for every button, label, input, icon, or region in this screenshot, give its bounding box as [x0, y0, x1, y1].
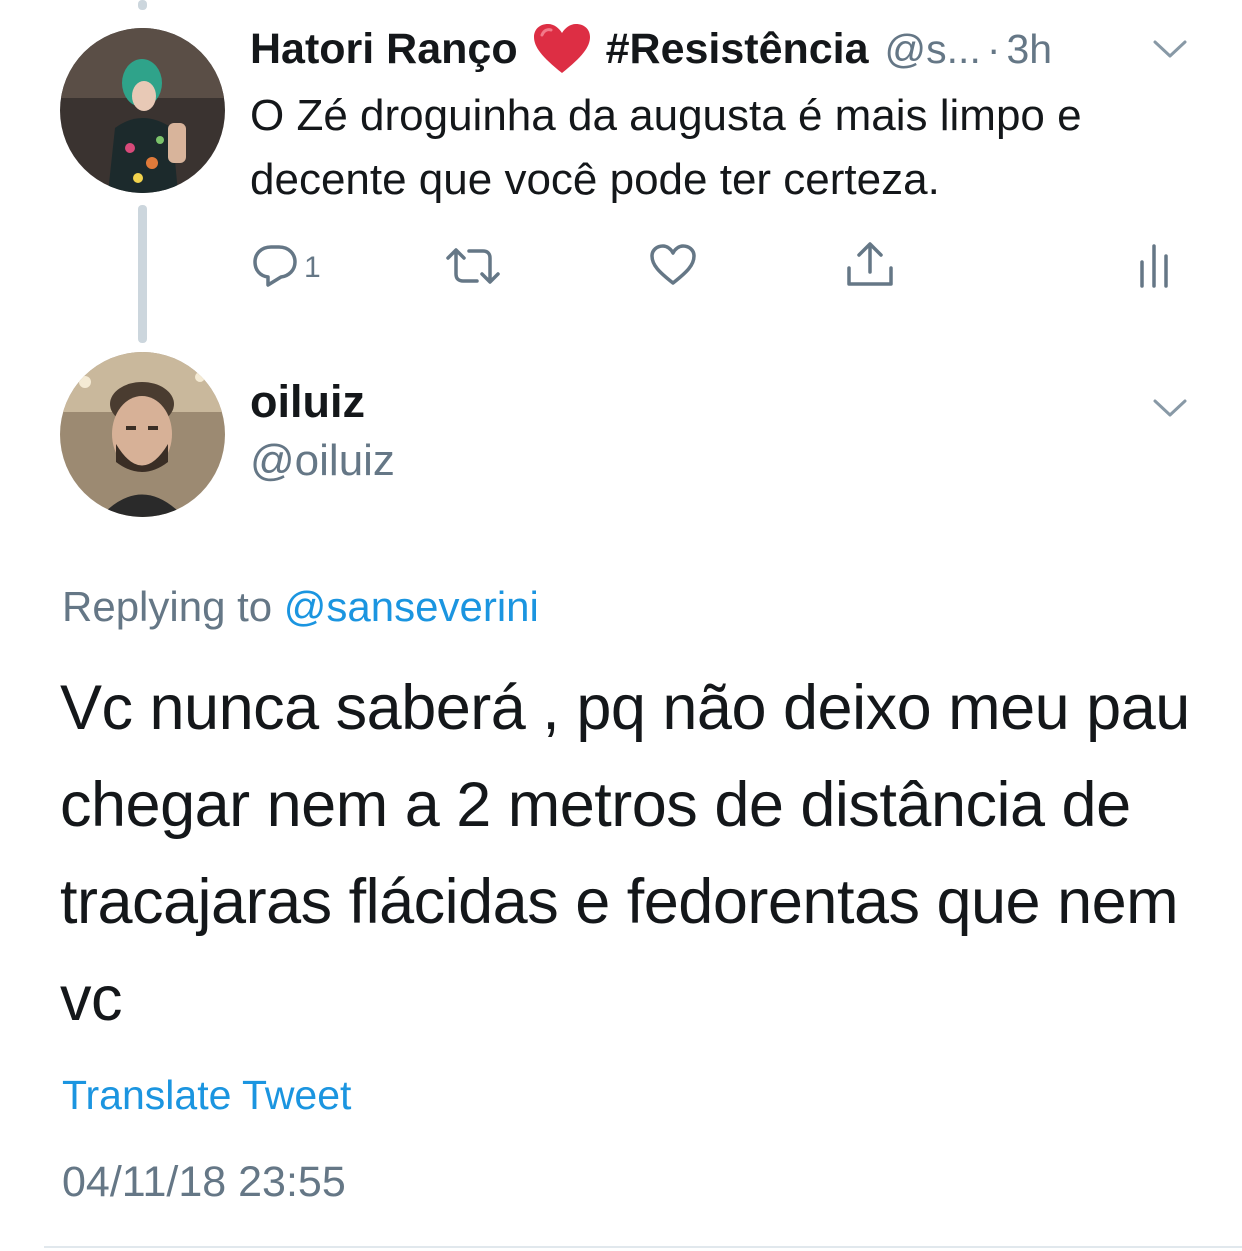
tweet-timestamp: 04/11/18 23:55 — [62, 1158, 346, 1206]
retweet-icon — [444, 246, 502, 291]
replying-to-label: Replying to — [62, 583, 273, 630]
reply-display-name[interactable]: oiluiz — [250, 376, 365, 428]
thread-line-top — [138, 0, 147, 10]
reply-tweet-text: Vc nunca saberá , pq não deixo meu pau c… — [60, 673, 1190, 1034]
like-icon — [649, 243, 697, 292]
reply-avatar[interactable] — [60, 352, 225, 517]
thread-line — [138, 205, 147, 343]
reply-chevron-down-icon[interactable] — [1152, 397, 1188, 419]
time-separator: · — [986, 25, 1001, 72]
reply-count: 1 — [304, 250, 321, 284]
parent-handle[interactable]: @s... — [885, 26, 981, 73]
parent-time: 3h — [1006, 25, 1053, 72]
analytics-icon — [1138, 242, 1170, 293]
reply-handle[interactable]: @oiluiz — [250, 436, 395, 486]
divider — [44, 1246, 1242, 1248]
chevron-down-icon[interactable] — [1152, 38, 1188, 60]
like-button[interactable] — [649, 243, 697, 292]
red-heart-emoji — [532, 23, 592, 75]
share-button[interactable] — [845, 240, 895, 295]
translate-tweet-link[interactable]: Translate Tweet — [62, 1072, 351, 1119]
parent-tweet-text: O Zé droguinha da augusta é mais limpo e… — [250, 91, 1082, 204]
share-icon — [845, 240, 895, 295]
replying-to-line: Replying to @sanseverini — [62, 583, 539, 631]
analytics-button[interactable] — [1138, 242, 1170, 293]
parent-display-name[interactable]: Hatori Ranço — [250, 25, 518, 74]
parent-tweet-header: Hatori Ranço #Resistência @s... · 3h — [250, 20, 1180, 78]
reply-icon — [252, 243, 298, 292]
parent-avatar[interactable] — [60, 28, 225, 193]
parent-hashtag[interactable]: #Resistência — [606, 25, 869, 74]
reply-button[interactable]: 1 — [252, 243, 321, 292]
retweet-button[interactable] — [444, 246, 502, 291]
replying-to-mention[interactable]: @sanseverini — [284, 583, 539, 630]
